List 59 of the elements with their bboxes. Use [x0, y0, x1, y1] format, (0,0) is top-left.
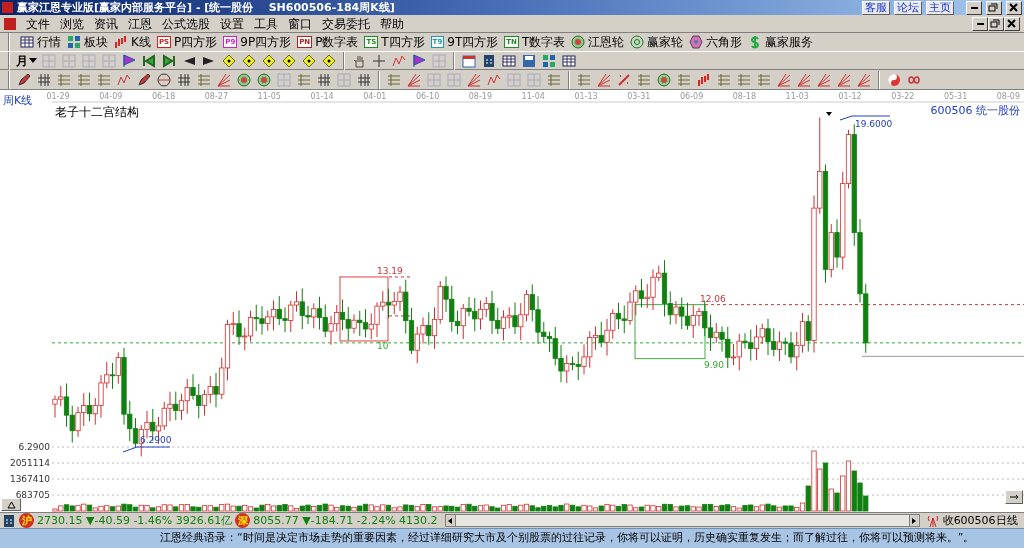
- date-label: 06-18: [152, 92, 176, 101]
- date-label: 11-05: [257, 92, 281, 101]
- box-low-label: 10: [377, 341, 389, 352]
- header-link[interactable]: 客服: [862, 0, 890, 15]
- toolbar-button[interactable]: 江恩轮: [571, 33, 625, 51]
- menu-item[interactable]: 交易委托: [322, 14, 370, 33]
- date-label: 11-04: [521, 92, 545, 101]
- date-label: 08-19: [468, 92, 492, 101]
- volume-axis-label: 2051114: [9, 458, 50, 468]
- date-label: 03-31: [627, 92, 651, 101]
- date-label: 01-12: [838, 92, 862, 101]
- volume-axis-label: 1367410: [9, 474, 50, 484]
- toolbar-button[interactable]: 行情: [20, 33, 61, 51]
- toolbar-button[interactable]: 六角形: [689, 33, 743, 51]
- toolbar-button[interactable]: 赢家服务: [748, 33, 814, 51]
- box-high-label: 13.19: [377, 265, 403, 276]
- menu-item[interactable]: 文件: [26, 14, 50, 33]
- index-quote: 2730.15 ▼-40.59 -1.46% 3926.61亿: [37, 515, 233, 526]
- chart-type-label: 周K线: [3, 94, 33, 107]
- date-label: 11-03: [785, 92, 809, 101]
- stock-label: 600506 统一股份: [930, 104, 1020, 117]
- date-label: 01-14: [310, 92, 334, 101]
- window-title: 赢家江恩专业版[赢家内部服务平台] - [统一股份 SH600506-184周K线]: [17, 2, 395, 13]
- menu-item[interactable]: 浏览: [60, 14, 84, 33]
- price-axis-label: 6.2900: [18, 442, 50, 452]
- data-source-label: 收600506日线: [942, 515, 1018, 526]
- date-label: 04-01: [363, 92, 387, 101]
- date-label: 08-18: [732, 92, 757, 101]
- menu-item[interactable]: 资讯: [94, 14, 118, 33]
- date-label: 06-10: [416, 92, 440, 101]
- box-high-label: 12.06: [700, 293, 726, 304]
- toolbar-button[interactable]: 板块: [67, 33, 108, 51]
- chart-title: 老子十二宫结构: [55, 105, 139, 119]
- toolbar-button[interactable]: 赢家轮: [630, 33, 684, 51]
- exchange-badge: 沪: [19, 513, 34, 528]
- date-label: 04-09: [99, 92, 123, 101]
- period-dropdown[interactable]: 月: [14, 52, 39, 69]
- volume-axis-label: 683705: [15, 490, 50, 500]
- menu-item[interactable]: 窗口: [288, 14, 312, 33]
- date-label: 06-09: [679, 92, 704, 101]
- date-label: 03-22: [891, 92, 915, 101]
- menu-item[interactable]: 设置: [220, 14, 244, 33]
- date-label: 08-09: [996, 92, 1021, 101]
- date-label: 01-29: [46, 92, 70, 101]
- high-price-label: 19.6000: [855, 119, 893, 129]
- menu-item[interactable]: 帮助: [380, 14, 404, 33]
- exchange-badge: 深: [235, 513, 251, 528]
- header-link[interactable]: 论坛: [894, 0, 922, 15]
- menu-item[interactable]: 工具: [254, 14, 278, 33]
- box-low-label: 9.90: [704, 359, 725, 370]
- date-label: 01-13: [574, 92, 598, 101]
- index-quote: 8055.77 ▼-184.71 -2.24% 4130.2: [253, 515, 438, 526]
- date-label: 05-31: [943, 92, 968, 101]
- header-link[interactable]: 主页: [926, 0, 954, 15]
- menu-item[interactable]: 江恩: [128, 14, 152, 33]
- menu-item[interactable]: 公式选股: [162, 14, 210, 33]
- date-label: 08-27: [204, 92, 228, 101]
- quote-text: 江恩经典语录：“时间是决定市场走势的重要因素，经过详细研究大市及个别股票的过往记录，你将可以证明，历史确实重复发生；而了解过往，你将可以预测将来。”。: [160, 530, 975, 547]
- toolbar-button[interactable]: K线: [114, 33, 151, 51]
